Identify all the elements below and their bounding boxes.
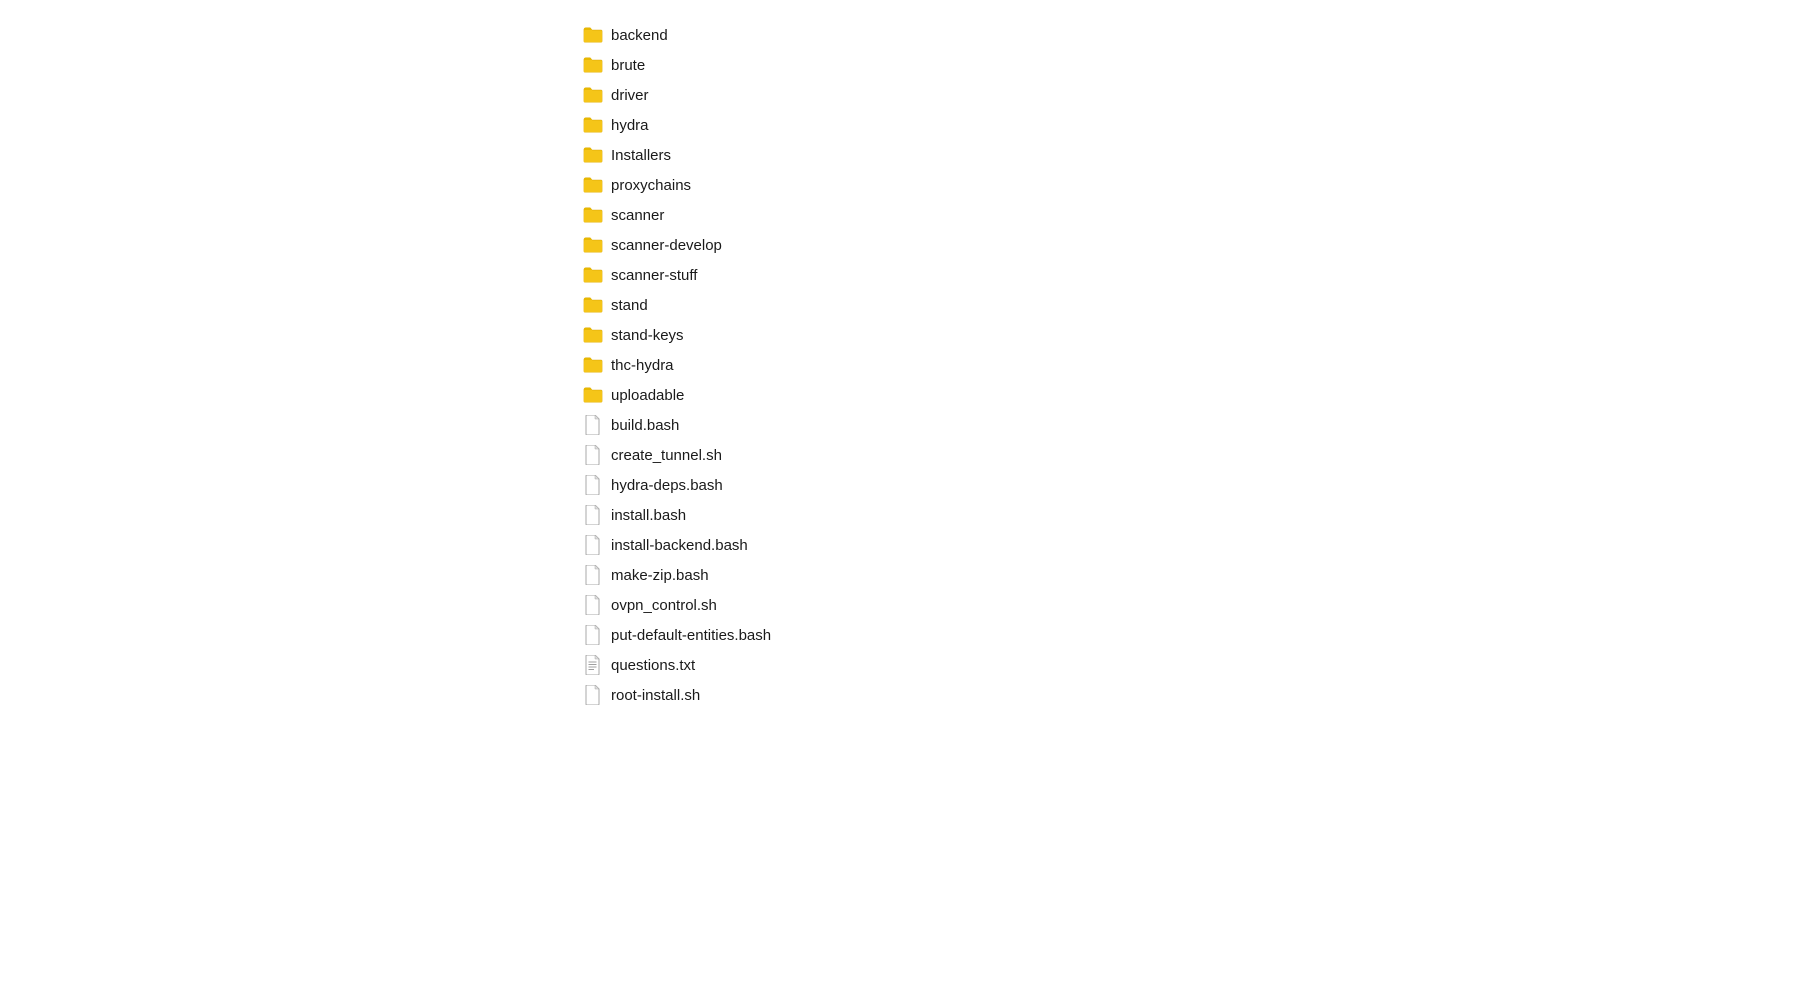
- file-item-uploadable[interactable]: uploadable: [575, 380, 875, 410]
- file-label: hydra: [611, 117, 649, 134]
- file-item-ovpn_control.sh[interactable]: ovpn_control.sh: [575, 590, 875, 620]
- file-label: create_tunnel.sh: [611, 447, 722, 464]
- folder-icon: [583, 235, 603, 255]
- file-label: root-install.sh: [611, 687, 700, 704]
- folder-icon: [583, 385, 603, 405]
- file-label: scanner: [611, 207, 664, 224]
- file-item-root-install.sh[interactable]: root-install.sh: [575, 680, 875, 710]
- file-item-scanner-stuff[interactable]: scanner-stuff: [575, 260, 875, 290]
- file-item-scanner[interactable]: scanner: [575, 200, 875, 230]
- file-label: put-default-entities.bash: [611, 627, 771, 644]
- file-label: build.bash: [611, 417, 679, 434]
- file-icon: [583, 415, 603, 435]
- file-item-Installers[interactable]: Installers: [575, 140, 875, 170]
- file-label: uploadable: [611, 387, 684, 404]
- file-label: driver: [611, 87, 649, 104]
- file-item-backend[interactable]: backend: [575, 20, 875, 50]
- file-item-build.bash[interactable]: build.bash: [575, 410, 875, 440]
- folder-icon: [583, 325, 603, 345]
- folder-icon: [583, 295, 603, 315]
- file-item-driver[interactable]: driver: [575, 80, 875, 110]
- file-label: brute: [611, 57, 645, 74]
- file-item-make-zip.bash[interactable]: make-zip.bash: [575, 560, 875, 590]
- file-label: hydra-deps.bash: [611, 477, 723, 494]
- file-icon: [583, 625, 603, 645]
- file-label: backend: [611, 27, 668, 44]
- folder-icon: [583, 115, 603, 135]
- file-list: backend brute driver hydra Installers pr…: [575, 0, 1800, 730]
- folder-icon: [583, 205, 603, 225]
- file-icon: [583, 445, 603, 465]
- file-label: install-backend.bash: [611, 537, 748, 554]
- file-icon: [583, 565, 603, 585]
- file-icon: [583, 595, 603, 615]
- file-text-icon: [583, 655, 603, 675]
- file-label: questions.txt: [611, 657, 695, 674]
- folder-icon: [583, 175, 603, 195]
- file-item-create_tunnel.sh[interactable]: create_tunnel.sh: [575, 440, 875, 470]
- file-label: stand-keys: [611, 327, 684, 344]
- file-item-questions.txt[interactable]: questions.txt: [575, 650, 875, 680]
- file-item-hydra[interactable]: hydra: [575, 110, 875, 140]
- file-label: Installers: [611, 147, 671, 164]
- file-label: scanner-develop: [611, 237, 722, 254]
- folder-icon: [583, 85, 603, 105]
- file-icon: [583, 505, 603, 525]
- file-label: stand: [611, 297, 648, 314]
- file-label: make-zip.bash: [611, 567, 709, 584]
- file-item-proxychains[interactable]: proxychains: [575, 170, 875, 200]
- file-item-hydra-deps.bash[interactable]: hydra-deps.bash: [575, 470, 875, 500]
- file-icon: [583, 475, 603, 495]
- file-item-thc-hydra[interactable]: thc-hydra: [575, 350, 875, 380]
- folder-icon: [583, 55, 603, 75]
- file-item-put-default-entities.bash[interactable]: put-default-entities.bash: [575, 620, 875, 650]
- folder-icon: [583, 265, 603, 285]
- file-label: thc-hydra: [611, 357, 674, 374]
- file-item-stand[interactable]: stand: [575, 290, 875, 320]
- file-label: scanner-stuff: [611, 267, 697, 284]
- file-label: install.bash: [611, 507, 686, 524]
- file-item-install-backend.bash[interactable]: install-backend.bash: [575, 530, 875, 560]
- file-item-brute[interactable]: brute: [575, 50, 875, 80]
- file-label: ovpn_control.sh: [611, 597, 717, 614]
- file-icon: [583, 535, 603, 555]
- file-item-stand-keys[interactable]: stand-keys: [575, 320, 875, 350]
- file-item-scanner-develop[interactable]: scanner-develop: [575, 230, 875, 260]
- file-item-install.bash[interactable]: install.bash: [575, 500, 875, 530]
- file-icon: [583, 685, 603, 705]
- file-label: proxychains: [611, 177, 691, 194]
- folder-icon: [583, 355, 603, 375]
- folder-icon: [583, 145, 603, 165]
- folder-icon: [583, 25, 603, 45]
